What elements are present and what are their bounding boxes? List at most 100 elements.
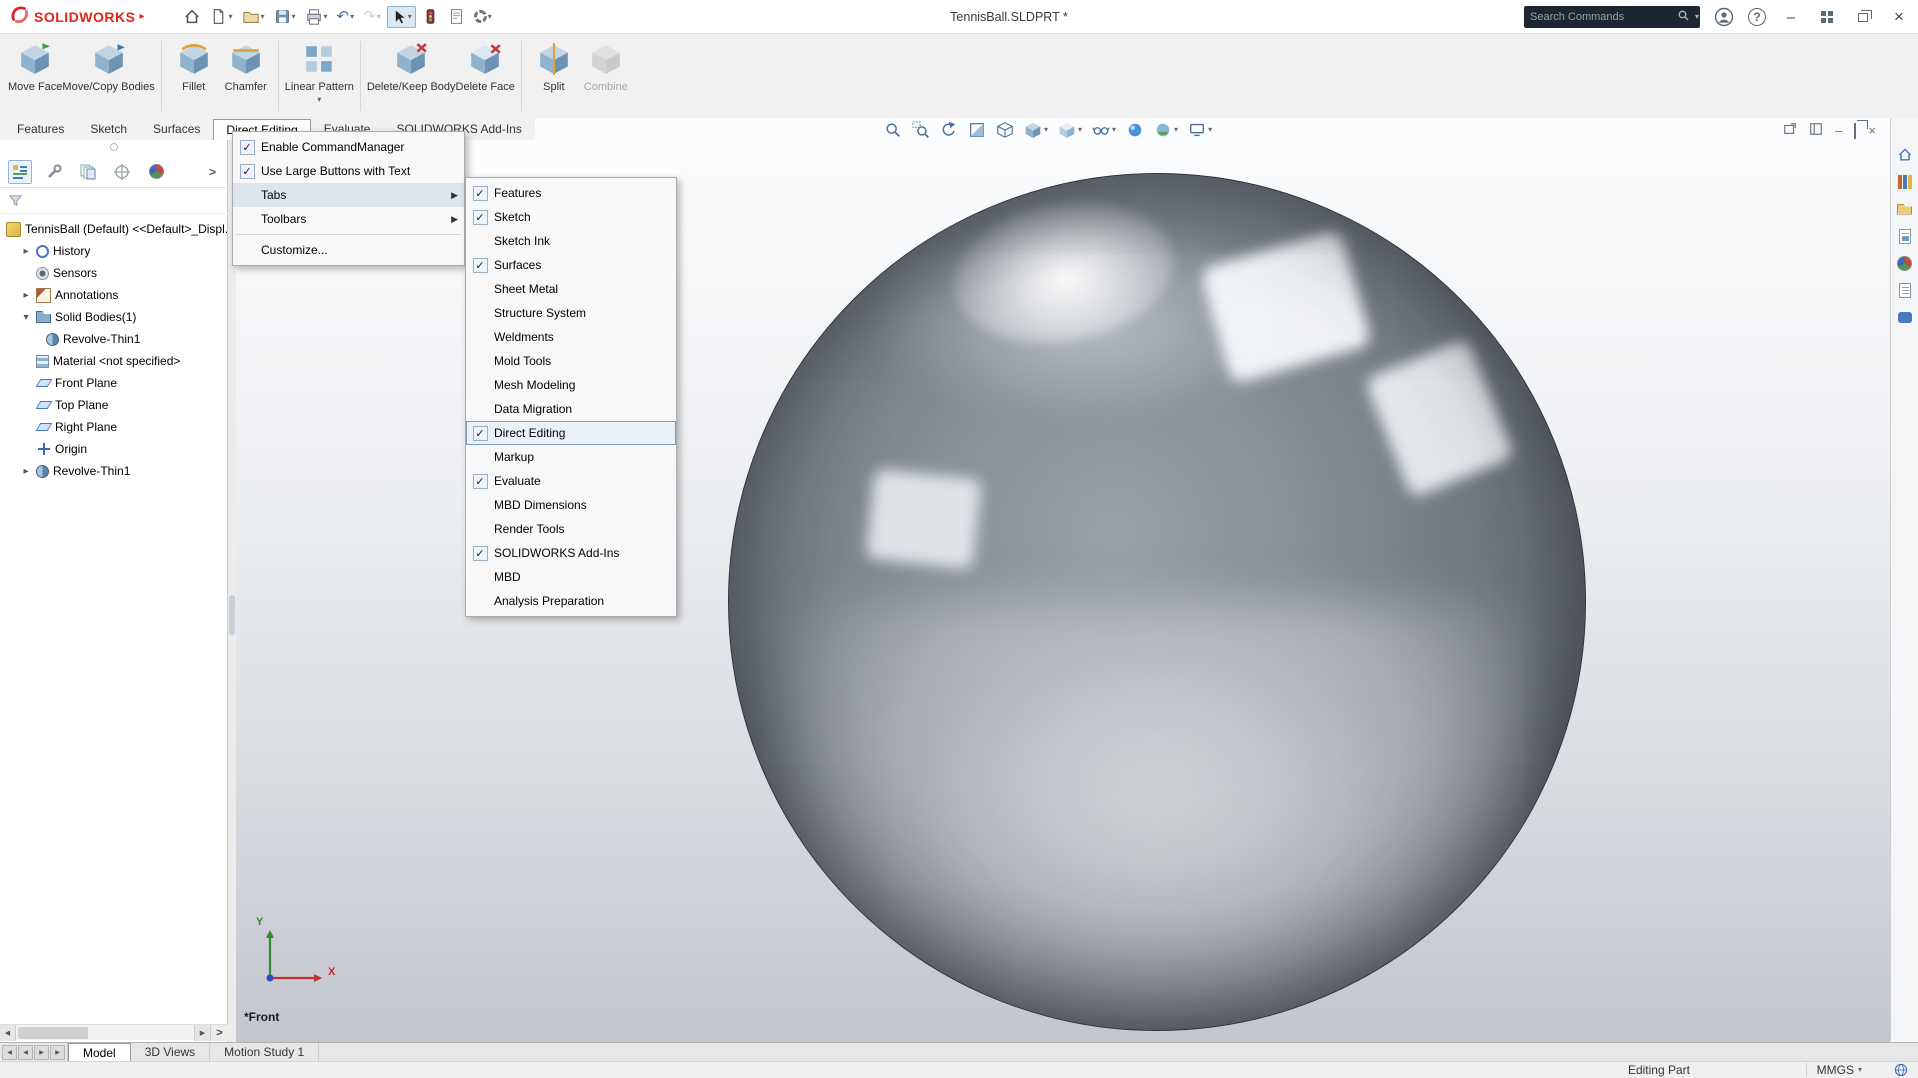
submenu-item-sketch-ink[interactable]: ✓Sketch Ink [466,229,676,253]
tab-features[interactable]: Features [4,118,77,140]
zoom-area-icon[interactable] [912,121,930,139]
tree-item-root[interactable]: TennisBall (Default) <<Default>_Displ... [0,218,228,240]
fillet-button[interactable]: Fillet [168,37,220,115]
search-input[interactable] [1530,11,1672,23]
solidworks-resources-icon[interactable] [1896,146,1914,164]
design-library-icon[interactable] [1896,173,1914,191]
display-manager-tab-icon[interactable] [144,160,168,184]
menu-item-use-large-buttons[interactable]: ✓ Use Large Buttons with Text [233,159,464,183]
menu-item-enable-commandmanager[interactable]: ✓ Enable CommandManager [233,135,464,159]
previous-view-icon[interactable] [940,121,958,139]
menu-item-customize[interactable]: ✓ Customize... [233,238,464,262]
edit-appearance-icon[interactable] [1126,121,1144,139]
expander-icon[interactable]: ▸ [20,246,32,257]
tree-item-history[interactable]: ▸ History [0,240,228,262]
expander-icon[interactable]: ▸ [20,290,32,301]
new-document-button[interactable]: ▾ [207,6,235,27]
dropdown-icon[interactable]: ▾ [377,13,381,21]
dimxpert-manager-tab-icon[interactable] [110,160,134,184]
dropdown-icon[interactable]: ▾ [324,13,328,21]
zoom-fit-icon[interactable] [884,121,902,139]
motion-study-tab[interactable]: Motion Study 1 [210,1043,319,1061]
submenu-item-direct-editing[interactable]: ✓Direct Editing [466,421,676,445]
home-button[interactable] [180,6,204,28]
menu-expand-arrow-icon[interactable]: ▸ [139,11,144,22]
tree-item-origin[interactable]: Origin [0,438,228,460]
dropdown-icon[interactable]: ▾ [350,13,354,21]
delete-keep-body-button[interactable]: Delete/Keep Body [367,37,456,115]
expander-icon[interactable]: ▾ [20,312,32,323]
3d-views-tab[interactable]: 3D Views [131,1043,210,1061]
dropdown-icon[interactable]: ▾ [261,13,265,21]
restore-doc-icon[interactable] [1854,124,1856,138]
scrollbar-thumb[interactable] [18,1027,88,1039]
panel-splitter[interactable] [228,140,236,1042]
property-manager-tab-icon[interactable] [42,160,66,184]
dropdown-icon[interactable]: ▾ [408,13,412,21]
3d-drawing-view-icon[interactable] [996,121,1014,139]
scroll-right-icon[interactable]: ▶ [194,1025,210,1041]
last-tab-icon[interactable]: ▶ [50,1045,65,1060]
forum-icon[interactable] [1896,308,1914,326]
linear-pattern-dropdown-icon[interactable]: ▾ [317,96,321,104]
appearances-scenes-icon[interactable] [1896,254,1914,272]
submenu-item-sketch[interactable]: ✓Sketch [466,205,676,229]
tree-item-front-plane[interactable]: Front Plane [0,372,228,394]
dropdown-icon[interactable]: ▾ [292,13,296,21]
options-button[interactable]: ▾ [471,8,495,25]
feature-manager-tab-icon[interactable] [8,160,32,184]
submenu-item-solidworks-add-ins[interactable]: ✓SOLIDWORKS Add-Ins [466,541,676,565]
select-tool-button[interactable]: ▾ [387,6,416,28]
submenu-item-mold-tools[interactable]: ✓Mold Tools [466,349,676,373]
chamfer-button[interactable]: Chamfer [220,37,272,115]
save-button[interactable]: ▾ [271,6,299,27]
minimize-doc-icon[interactable]: – [1835,123,1842,138]
first-tab-icon[interactable]: ◀ [2,1045,17,1060]
expand-pane-icon[interactable] [1809,122,1823,139]
move-copy-bodies-button[interactable]: Move/Copy Bodies [62,37,154,115]
file-properties-button[interactable] [445,6,468,27]
dropdown-icon[interactable]: ▾ [488,13,492,21]
delete-face-button[interactable]: Delete Face [456,37,515,115]
tree-item-top-plane[interactable]: Top Plane [0,394,228,416]
apply-scene-icon[interactable]: ▾ [1154,121,1178,139]
submenu-item-markup[interactable]: ✓Markup [466,445,676,469]
search-dropdown-icon[interactable]: ▾ [1695,13,1699,21]
submenu-item-weldments[interactable]: ✓Weldments [466,325,676,349]
search-icon[interactable] [1677,9,1690,25]
user-account-icon[interactable] [1714,7,1734,27]
units-selector[interactable]: MMGS ▾ [1806,1063,1862,1077]
expander-icon[interactable]: ▸ [20,466,32,477]
tennis-ball-model[interactable] [728,173,1586,1031]
open-button[interactable]: ▾ [239,6,268,28]
help-icon[interactable]: ? [1748,8,1766,26]
submenu-item-render-tools[interactable]: ✓Render Tools [466,517,676,541]
move-face-button[interactable]: Move Face [8,37,62,115]
rebuild-button[interactable] [419,6,442,27]
model-tab[interactable]: Model [68,1043,131,1061]
tree-item-material[interactable]: Material <not specified> [0,350,228,372]
custom-properties-icon[interactable] [1896,281,1914,299]
tree-filter-row[interactable] [0,190,228,214]
submenu-item-mesh-modeling[interactable]: ✓Mesh Modeling [466,373,676,397]
submenu-item-analysis-preparation[interactable]: ✓Analysis Preparation [466,589,676,613]
combine-button[interactable]: Combine [580,37,632,115]
print-button[interactable]: ▾ [302,6,331,28]
view-palette-icon[interactable] [1896,227,1914,245]
submenu-item-sheet-metal[interactable]: ✓Sheet Metal [466,277,676,301]
submenu-item-evaluate[interactable]: ✓Evaluate [466,469,676,493]
next-tab-icon[interactable]: ▶ [34,1045,49,1060]
prev-tab-icon[interactable]: ◀ [18,1045,33,1060]
splitter-grip[interactable] [229,595,235,635]
dropdown-icon[interactable]: ▾ [228,13,232,21]
view-settings-icon[interactable]: ▾ [1188,121,1212,139]
linear-pattern-button[interactable]: Linear Pattern ▾ [285,37,354,115]
panel-expand-chevron-icon[interactable]: > [210,1025,228,1041]
display-style-icon[interactable]: ▾ [1058,121,1082,139]
units-dropdown-icon[interactable]: ▾ [1858,1066,1862,1074]
redo-button[interactable]: ↷▾ [360,7,384,26]
submenu-item-surfaces[interactable]: ✓Surfaces [466,253,676,277]
tree-item-revolve-thin1-feature[interactable]: ▸ Revolve-Thin1 [0,460,228,482]
close-doc-icon[interactable]: × [1868,123,1876,138]
file-explorer-icon[interactable] [1896,200,1914,218]
